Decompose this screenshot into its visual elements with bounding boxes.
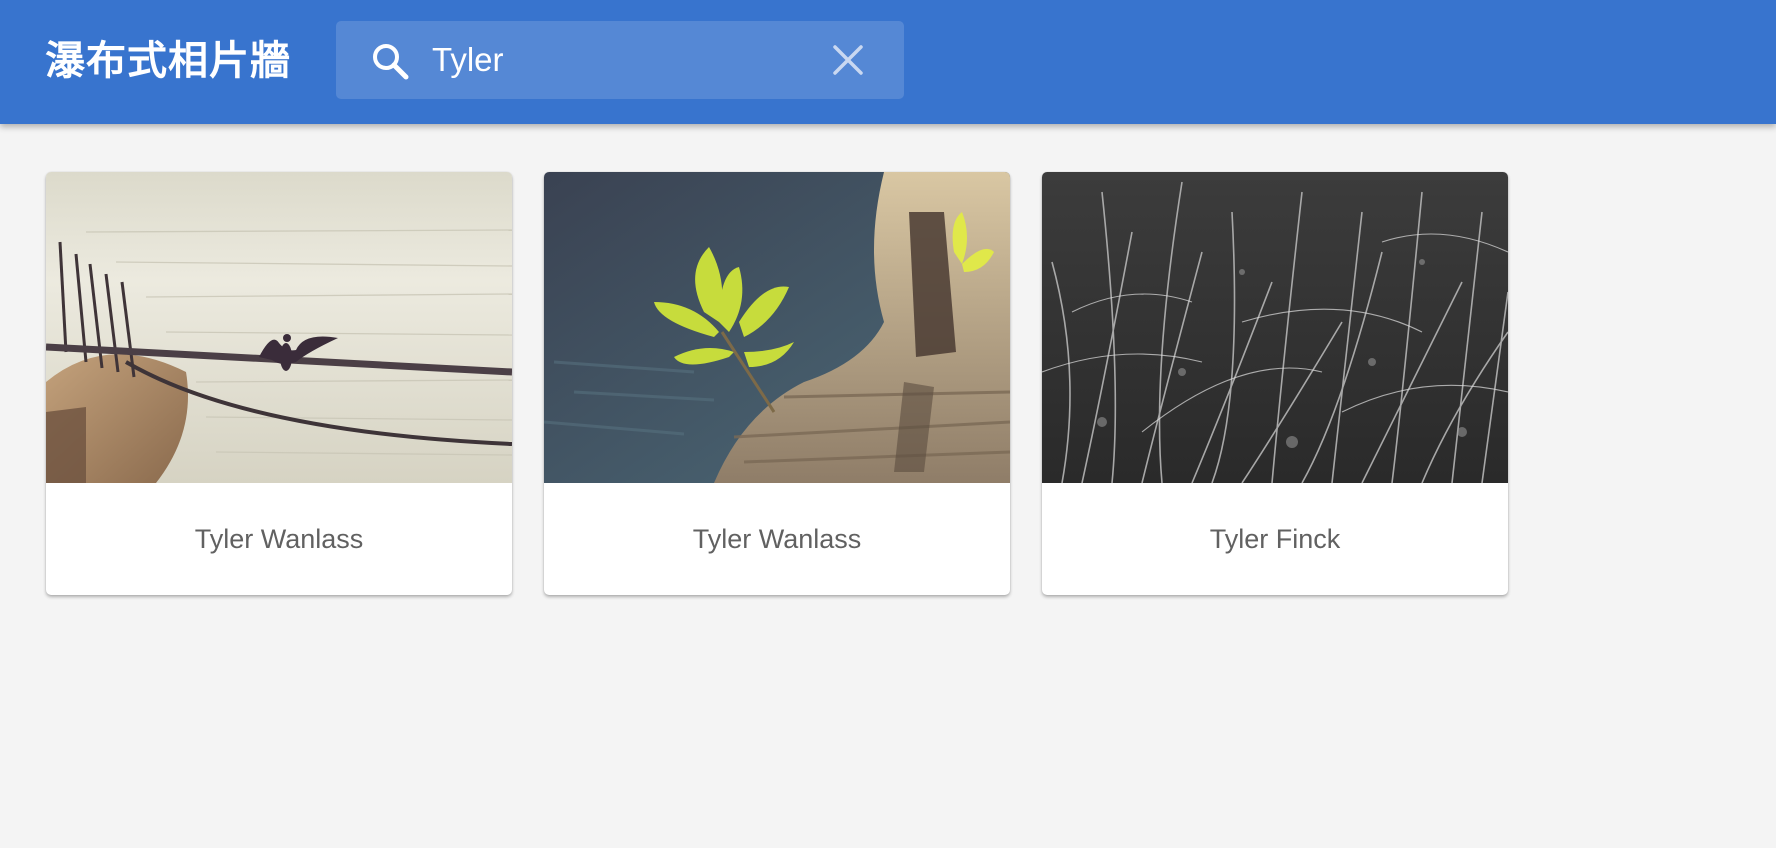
photo-caption: Tyler Finck [1209,523,1341,554]
photo-card[interactable]: Tyler Wanlass [46,172,512,595]
search-input[interactable] [432,35,812,85]
app-bar: 瀑布式相片牆 [0,0,1776,124]
photo-caption: Tyler Wanlass [194,523,364,554]
photo-card[interactable]: Tyler Wanlass [544,172,1010,595]
photo-card[interactable]: Tyler Finck [1042,172,1508,595]
photo-image[interactable] [46,172,512,483]
photo-caption: Tyler Wanlass [692,523,862,554]
photo-image[interactable] [1042,172,1508,483]
search-box[interactable] [336,21,904,99]
search-icon [370,41,410,81]
photo-image[interactable] [544,172,1010,483]
app-title: 瀑布式相片牆 [45,38,291,84]
clear-search-button[interactable] [826,38,870,82]
close-icon [833,45,863,75]
